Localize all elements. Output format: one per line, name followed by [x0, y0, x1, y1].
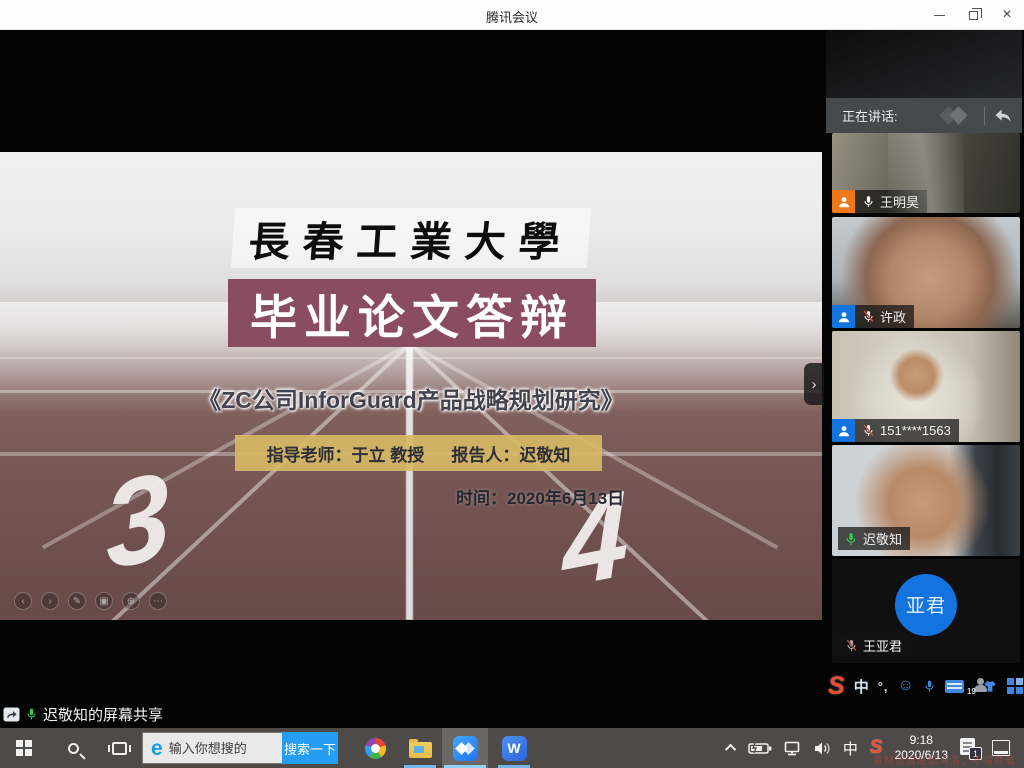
chevron-right-icon: › — [812, 376, 817, 393]
date-label: 时间：2020年6月13日 — [456, 484, 624, 509]
tencent-meeting-logo-icon — [940, 107, 974, 125]
university-calligraphy: 長春工業大學 — [0, 208, 822, 268]
participant-name: 迟敬知 — [863, 529, 902, 548]
participant-label: 王明昊 — [832, 190, 927, 213]
wps-icon: W — [502, 736, 527, 761]
search-go-button[interactable]: 搜索一下 — [282, 732, 338, 764]
taskbar-app-tencent-meeting[interactable] — [442, 728, 488, 768]
participant-label: 王亚君 — [838, 634, 910, 657]
avatar: 亚君 — [895, 574, 957, 636]
pen-icon: ✎ — [68, 592, 86, 610]
zoom-icon: ⊕ — [122, 592, 140, 610]
screen-share-indicator: 迟敬知的屏幕共享 — [3, 702, 163, 726]
prev-slide-icon: ‹ — [14, 592, 32, 610]
minimize-icon — [934, 15, 945, 16]
taskbar-search-box[interactable]: e 搜索一下 — [142, 732, 338, 764]
file-explorer-icon — [409, 742, 432, 758]
slideshow-controls: ‹ › ✎ ▣ ⊕ ⋯ — [14, 592, 167, 610]
participant-label: 迟敬知 — [838, 527, 910, 550]
participant-tile[interactable]: 亚君 王亚君 — [832, 559, 1020, 663]
tray-expand-chevron-icon[interactable] — [728, 744, 736, 752]
participant-name: 王明昊 — [880, 192, 919, 211]
mic-on-icon — [861, 194, 875, 210]
slide-title: 毕业论文答辩 — [250, 279, 574, 348]
taskbar-app-browser[interactable] — [353, 728, 397, 768]
screen-share-icon — [3, 707, 20, 722]
taskbar-app-file-explorer[interactable] — [398, 728, 442, 768]
more-icon: ⋯ — [149, 592, 167, 610]
ime-skin-icon[interactable] — [982, 679, 998, 693]
mic-muted-icon — [861, 423, 875, 439]
close-icon: × — [1002, 7, 1011, 23]
ime-punctuation-icon[interactable]: °, — [878, 679, 889, 694]
ime-keyboard-icon[interactable] — [945, 680, 964, 693]
minimize-button[interactable] — [922, 0, 956, 30]
sidebar-collapse-handle[interactable]: › — [804, 363, 824, 405]
mic-muted-icon — [861, 309, 875, 325]
stock-watermark: 素材选自站酷海洛，不得转载 — [873, 752, 1016, 767]
share-label: 迟敬知的屏幕共享 — [43, 704, 163, 725]
search-input[interactable] — [169, 741, 282, 756]
slide-title-banner: 毕业论文答辩 — [228, 279, 596, 347]
tray-ime-mode[interactable]: 中 — [843, 738, 858, 759]
taskbar-app-wps[interactable]: W — [492, 728, 536, 768]
ime-emoji-icon[interactable]: ☺ — [898, 677, 914, 695]
participant-badge-icon — [832, 419, 855, 442]
next-slide-icon: › — [41, 592, 59, 610]
participant-tile[interactable]: 许政 — [832, 217, 1020, 328]
participant-tile[interactable]: 151****1563 — [832, 331, 1020, 442]
back-arrow-icon[interactable] — [993, 106, 1012, 125]
edge-icon: e — [151, 738, 163, 759]
ime-login-badge: 19 — [967, 687, 976, 696]
participant-label: 151****1563 — [832, 419, 959, 442]
speaker-icon[interactable] — [814, 741, 831, 756]
participant-badge-icon — [832, 305, 855, 328]
mic-muted-icon — [844, 638, 858, 654]
advisor-presenter-bar: 指导老师：于立 教授 报告人：迟敬知 — [235, 435, 602, 471]
participant-label: 许政 — [832, 305, 914, 328]
slide-subtitle: 《ZC公司InforGuard产品战略规划研究》 — [0, 381, 822, 415]
track-cross-line — [0, 357, 822, 359]
ime-toolbox-icon[interactable] — [1007, 678, 1023, 694]
speaking-now-label: 正在讲话: — [842, 106, 940, 125]
browser-pinwheel-icon — [365, 738, 386, 759]
restore-button[interactable] — [956, 0, 990, 30]
participant-name: 151****1563 — [880, 423, 951, 438]
participant-tile[interactable]: 王明昊 — [832, 133, 1020, 213]
tray-time: 9:18 — [895, 733, 948, 748]
participant-tile[interactable]: 迟敬知 — [832, 445, 1020, 556]
ime-mode-chinese[interactable]: 中 — [854, 676, 869, 697]
close-button[interactable]: × — [990, 0, 1024, 30]
tencent-meeting-icon — [453, 736, 478, 761]
presenter-badge-icon — [832, 190, 855, 213]
mic-speaking-icon — [25, 706, 38, 722]
window-title: 腾讯会议 — [0, 7, 1024, 26]
battery-icon[interactable] — [748, 742, 772, 755]
mic-speaking-icon — [844, 531, 858, 547]
sogou-ime-toolbar: S 中 °, ☺ 19 — [828, 672, 1022, 700]
advisor-label: 指导老师：于立 教授 — [267, 441, 425, 466]
windows-logo-icon — [16, 740, 32, 756]
sidebar-top-gradient — [826, 30, 1022, 98]
presenter-label: 报告人：迟敬知 — [451, 441, 570, 466]
network-icon[interactable] — [784, 741, 802, 756]
shared-screen-slide: 3 4 長春工業大學 毕业论文答辩 《ZC公司InforGuard产品战略规划研… — [0, 152, 822, 620]
sogou-logo-icon[interactable]: S — [828, 674, 845, 699]
window-titlebar: 腾讯会议 × — [0, 0, 1024, 30]
divider — [984, 107, 985, 125]
participant-name: 许政 — [880, 307, 906, 326]
task-view-icon — [112, 742, 127, 755]
search-icon — [68, 743, 79, 754]
restore-icon — [969, 11, 978, 20]
lane-number-3: 3 — [100, 444, 175, 598]
participant-name: 王亚君 — [863, 636, 902, 655]
taskbar-search-button[interactable] — [52, 728, 94, 768]
sidebar-header: 正在讲话: — [826, 98, 1022, 133]
menu-icon: ▣ — [95, 592, 113, 610]
start-button[interactable] — [0, 728, 48, 768]
windows-taskbar: e 搜索一下 W 中 S 9:18 2020/6/13 — [0, 728, 1024, 768]
ime-voice-icon[interactable] — [923, 678, 936, 694]
task-view-button[interactable] — [98, 728, 140, 768]
